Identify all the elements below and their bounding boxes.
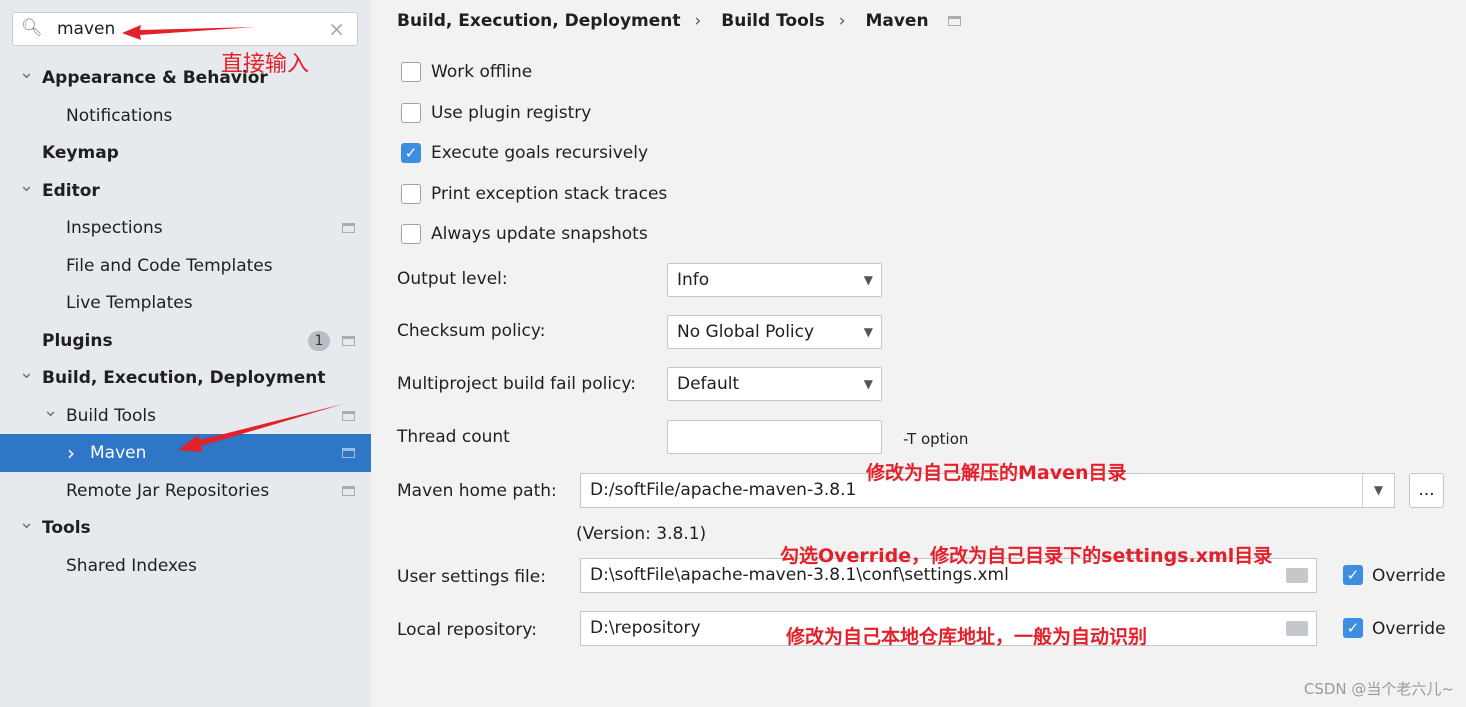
arrow-to-search — [122, 25, 255, 40]
watermark: CSDN @当个老六儿~ — [1303, 680, 1454, 698]
annotation-arrows — [122, 25, 343, 452]
arrow-to-maven — [178, 404, 343, 452]
